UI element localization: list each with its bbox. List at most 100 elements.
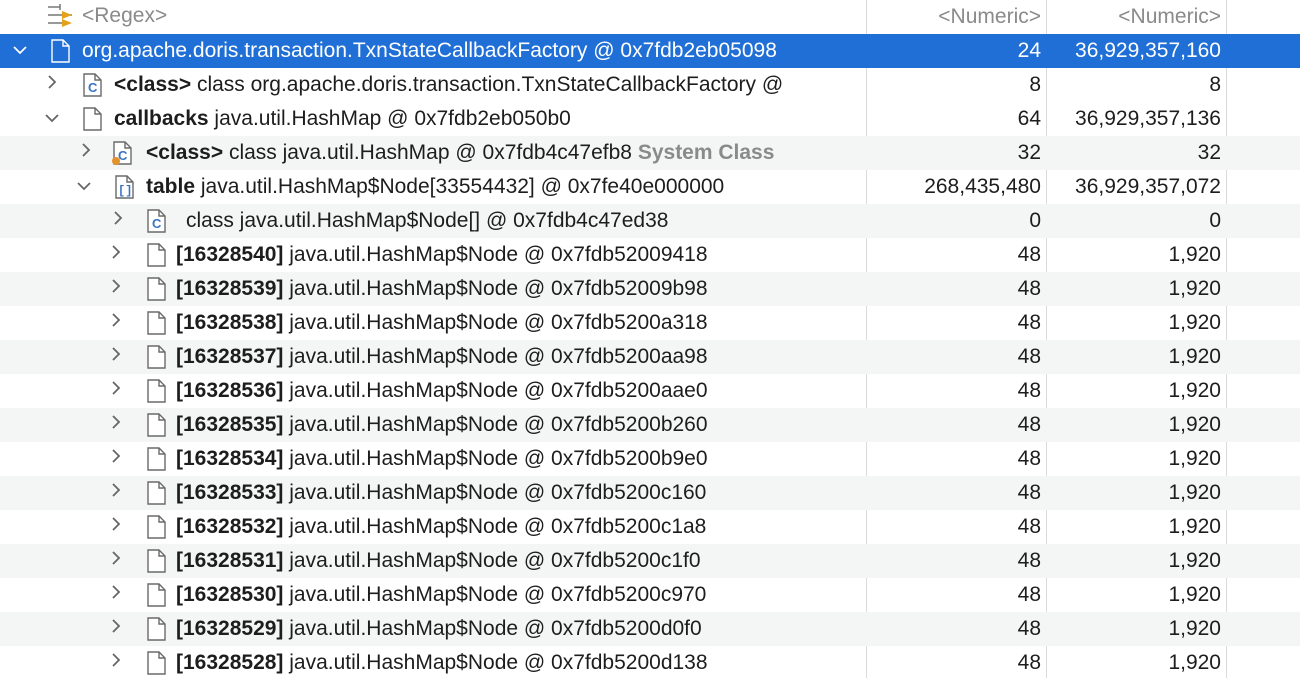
tree-row[interactable]: [16328529] java.util.HashMap$Node @ 0x7f…: [0, 612, 1300, 646]
tree-row[interactable]: callbacks java.util.HashMap @ 0x7fdb2eb0…: [0, 102, 1300, 136]
tree-row[interactable]: C <class> class org.apache.doris.transact…: [0, 68, 1300, 102]
class-name-cell: [16328531] java.util.HashMap$Node @ 0x7f…: [0, 544, 866, 578]
chevron-right-icon[interactable]: [106, 476, 126, 510]
regex-filter-placeholder[interactable]: <Regex>: [82, 4, 167, 28]
object-icon: [146, 413, 168, 438]
class-name-cell: [16328540] java.util.HashMap$Node @ 0x7f…: [0, 238, 866, 272]
field-name: table: [146, 175, 196, 198]
chevron-right-icon[interactable]: [106, 238, 126, 272]
field-name: [16328537]: [176, 345, 284, 368]
shallow-heap-cell: 48: [1017, 651, 1041, 674]
retained-heap-cell: 8: [1209, 73, 1221, 96]
class-name-cell: [16328533] java.util.HashMap$Node @ 0x7f…: [0, 476, 866, 510]
field-name: <class>: [114, 73, 192, 96]
object-label: [16328537] java.util.HashMap$Node @ 0x7f…: [176, 340, 708, 374]
tree-row[interactable]: org.apache.doris.transaction.TxnStateCal…: [0, 34, 1300, 68]
object-label: [16328538] java.util.HashMap$Node @ 0x7f…: [176, 306, 708, 340]
object-icon: [146, 379, 168, 404]
class-icon: C: [146, 209, 168, 234]
field-name: [16328540]: [176, 243, 284, 266]
tree-row[interactable]: [] table java.util.HashMap$Node[33554432]…: [0, 170, 1300, 204]
tree-row[interactable]: [16328535] java.util.HashMap$Node @ 0x7f…: [0, 408, 1300, 442]
retained-heap-cell: 32: [1197, 141, 1221, 164]
object-description: java.util.HashMap$Node @ 0x7fdb5200c1a8: [289, 515, 707, 538]
field-name: [16328536]: [176, 379, 284, 402]
object-label: [16328539] java.util.HashMap$Node @ 0x7f…: [176, 272, 708, 306]
chevron-right-icon[interactable]: [106, 374, 126, 408]
object-description: java.util.HashMap$Node @ 0x7fdb5200b260: [289, 413, 708, 436]
tree-row[interactable]: [16328533] java.util.HashMap$Node @ 0x7f…: [0, 476, 1300, 510]
tree-row[interactable]: [16328538] java.util.HashMap$Node @ 0x7f…: [0, 306, 1300, 340]
object-description: java.util.HashMap$Node @ 0x7fdb52009b98: [289, 277, 708, 300]
retained-heap-filter[interactable]: <Numeric>: [1047, 0, 1221, 34]
retained-heap-cell: 1,920: [1168, 515, 1221, 538]
chevron-right-icon[interactable]: [108, 204, 128, 238]
class-name-cell: org.apache.doris.transaction.TxnStateCal…: [0, 34, 866, 68]
object-description: org.apache.doris.transaction.TxnStateCal…: [82, 39, 777, 62]
shallow-heap-cell: 8: [1029, 73, 1041, 96]
shallow-heap-cell: 48: [1017, 617, 1041, 640]
tree-row[interactable]: C <class> class java.util.HashMap @ 0x7fd…: [0, 136, 1300, 170]
chevron-right-icon[interactable]: [106, 442, 126, 476]
class-name-cell: [16328537] java.util.HashMap$Node @ 0x7f…: [0, 340, 866, 374]
chevron-right-icon[interactable]: [106, 306, 126, 340]
retained-heap-cell: 1,920: [1168, 311, 1221, 334]
field-name: [16328533]: [176, 481, 284, 504]
tree-row[interactable]: [16328530] java.util.HashMap$Node @ 0x7f…: [0, 578, 1300, 612]
field-name: [16328538]: [176, 311, 284, 334]
object-description: java.util.HashMap$Node @ 0x7fdb52009418: [289, 243, 708, 266]
field-name: [16328529]: [176, 617, 284, 640]
object-label: [16328530] java.util.HashMap$Node @ 0x7f…: [176, 578, 706, 612]
object-label: [16328531] java.util.HashMap$Node @ 0x7f…: [176, 544, 701, 578]
object-label: [16328528] java.util.HashMap$Node @ 0x7f…: [176, 646, 708, 680]
field-name: [16328535]: [176, 413, 284, 436]
shallow-heap-cell: 48: [1017, 481, 1041, 504]
field-name: callbacks: [114, 107, 209, 130]
object-label: [16328535] java.util.HashMap$Node @ 0x7f…: [176, 408, 708, 442]
chevron-down-icon[interactable]: [74, 170, 94, 204]
retained-heap-cell: 36,929,357,160: [1075, 39, 1221, 62]
retained-heap-cell: 1,920: [1168, 243, 1221, 266]
shallow-heap-cell: 48: [1017, 243, 1041, 266]
tree-row[interactable]: [16328528] java.util.HashMap$Node @ 0x7f…: [0, 646, 1300, 680]
shallow-heap-cell: 48: [1017, 549, 1041, 572]
chevron-right-icon[interactable]: [106, 408, 126, 442]
object-icon: [146, 243, 168, 268]
object-label: [16328534] java.util.HashMap$Node @ 0x7f…: [176, 442, 708, 476]
chevron-right-icon[interactable]: [106, 612, 126, 646]
tree-row[interactable]: [16328540] java.util.HashMap$Node @ 0x7f…: [0, 238, 1300, 272]
chevron-right-icon[interactable]: [76, 136, 96, 170]
tree-row[interactable]: [16328539] java.util.HashMap$Node @ 0x7f…: [0, 272, 1300, 306]
object-label: [16328532] java.util.HashMap$Node @ 0x7f…: [176, 510, 706, 544]
chevron-right-icon[interactable]: [106, 272, 126, 306]
chevron-right-icon[interactable]: [42, 68, 62, 102]
object-description: java.util.HashMap$Node @ 0x7fdb5200a318: [289, 311, 708, 334]
tree-row[interactable]: [16328534] java.util.HashMap$Node @ 0x7f…: [0, 442, 1300, 476]
object-label: [16328533] java.util.HashMap$Node @ 0x7f…: [176, 476, 706, 510]
tree-row[interactable]: [16328532] java.util.HashMap$Node @ 0x7f…: [0, 510, 1300, 544]
chevron-right-icon[interactable]: [106, 510, 126, 544]
chevron-down-icon[interactable]: [42, 102, 62, 136]
chevron-right-icon[interactable]: [106, 646, 126, 680]
tree-row[interactable]: [16328537] java.util.HashMap$Node @ 0x7f…: [0, 340, 1300, 374]
chevron-down-icon[interactable]: [10, 34, 30, 68]
tree-row[interactable]: Cclass java.util.HashMap$Node[] @ 0x7fdb…: [0, 204, 1300, 238]
shallow-heap-filter[interactable]: <Numeric>: [867, 0, 1041, 34]
class-name-cell: callbacks java.util.HashMap @ 0x7fdb2eb0…: [0, 102, 866, 136]
chevron-right-icon[interactable]: [106, 578, 126, 612]
regex-filter-cell[interactable]: <Regex>: [0, 0, 866, 34]
retained-heap-cell: 1,920: [1168, 345, 1221, 368]
object-icon: [146, 345, 168, 370]
class-name-cell: [16328532] java.util.HashMap$Node @ 0x7f…: [0, 510, 866, 544]
field-name: <class>: [146, 141, 224, 164]
retained-heap-cell: 1,920: [1168, 651, 1221, 674]
shallow-heap-cell: 64: [1017, 107, 1041, 130]
shallow-heap-cell: 48: [1017, 583, 1041, 606]
tree-row[interactable]: [16328536] java.util.HashMap$Node @ 0x7f…: [0, 374, 1300, 408]
class-name-cell: C <class> class java.util.HashMap @ 0x7fd…: [0, 136, 866, 170]
object-description: java.util.HashMap$Node @ 0x7fdb5200c970: [289, 583, 707, 606]
chevron-right-icon[interactable]: [106, 340, 126, 374]
tree-row[interactable]: [16328531] java.util.HashMap$Node @ 0x7f…: [0, 544, 1300, 578]
regex-filter-icon: [48, 4, 72, 27]
chevron-right-icon[interactable]: [106, 544, 126, 578]
